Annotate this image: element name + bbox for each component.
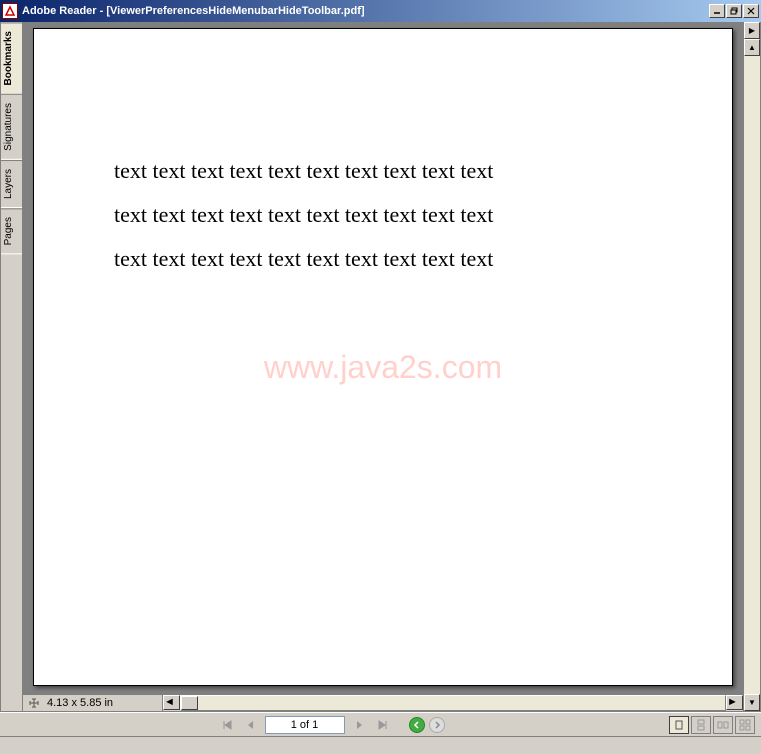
resize-grip-bar	[0, 736, 761, 752]
facing-view-button[interactable]	[713, 716, 733, 734]
minimize-button[interactable]	[709, 4, 725, 18]
single-page-view-button[interactable]	[669, 716, 689, 734]
tab-layers[interactable]: Layers	[1, 160, 22, 208]
nav-back-button[interactable]	[409, 717, 425, 733]
text-line: text text text text text text text text …	[114, 149, 652, 193]
continuous-view-button[interactable]	[691, 716, 711, 734]
tab-bookmarks[interactable]: Bookmarks	[1, 22, 22, 94]
hscroll-right-button[interactable]: ►	[726, 695, 743, 710]
first-page-button[interactable]	[217, 716, 237, 734]
horizontal-scroll-row: 4.13 x 5.85 in ◄ ►	[23, 694, 743, 711]
hscroll-left-button[interactable]: ◄	[163, 695, 180, 710]
status-bar	[0, 712, 761, 736]
last-page-button[interactable]	[373, 716, 393, 734]
titlebar: Adobe Reader - [ViewerPreferencesHideMen…	[0, 0, 761, 22]
page-number-field[interactable]	[265, 716, 345, 734]
title-separator: -	[97, 5, 107, 17]
document-title: [ViewerPreferencesHideMenubarHideToolbar…	[106, 5, 364, 17]
hscroll-thumb[interactable]	[181, 696, 198, 710]
hscroll-track[interactable]	[180, 695, 726, 711]
dimensions-icon	[27, 696, 41, 710]
watermark: www.java2s.com	[34, 349, 732, 386]
vscroll-up-button[interactable]: ▲	[744, 39, 760, 56]
app-title: Adobe Reader	[22, 5, 97, 17]
text-line: text text text text text text text text …	[114, 237, 652, 281]
document-area: text text text text text text text text …	[23, 22, 760, 711]
restore-button[interactable]	[726, 4, 742, 18]
vscroll-track[interactable]	[744, 56, 760, 694]
view-mode-buttons	[669, 716, 755, 734]
continuous-facing-view-button[interactable]	[735, 716, 755, 734]
main-area: Bookmarks Signatures Layers Pages text t…	[0, 22, 761, 712]
dimensions-text: 4.13 x 5.85 in	[47, 697, 113, 709]
close-button[interactable]	[743, 4, 759, 18]
page-dimensions: 4.13 x 5.85 in	[23, 695, 163, 711]
tab-signatures[interactable]: Signatures	[1, 94, 22, 160]
side-panel-tabs: Bookmarks Signatures Layers Pages	[1, 22, 23, 711]
document-viewport[interactable]: text text text text text text text text …	[23, 22, 743, 694]
next-page-button[interactable]	[349, 716, 369, 734]
prev-page-button[interactable]	[241, 716, 261, 734]
app-icon	[2, 3, 18, 19]
text-line: text text text text text text text text …	[114, 193, 652, 237]
vertical-scrollbar: ▶ ▲ ▼	[743, 22, 760, 711]
nav-forward-button[interactable]	[429, 717, 445, 733]
tab-pages[interactable]: Pages	[1, 208, 22, 254]
vscroll-jump-right[interactable]: ▶	[744, 22, 760, 39]
vscroll-down-button[interactable]: ▼	[744, 694, 760, 711]
pdf-page: text text text text text text text text …	[33, 28, 733, 686]
